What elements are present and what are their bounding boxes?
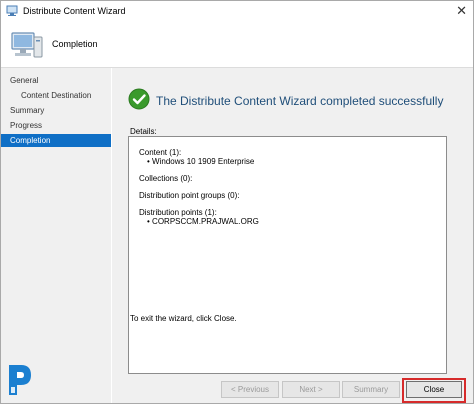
sidebar-item-progress[interactable]: Progress [1,119,111,132]
sidebar-item-completion[interactable]: Completion [1,134,111,147]
details-label: Details: [130,127,157,136]
summary-button[interactable]: Summary [342,381,400,398]
sidebar-item-label: Progress [10,121,43,130]
dp-item-text: CORPSCCM.PRAJWAL.ORG [152,217,259,226]
previous-button[interactable]: < Previous [221,381,279,398]
exit-instructions: To exit the wizard, click Close. [130,314,237,323]
main-panel: The Distribute Content Wizard completed … [112,68,473,403]
close-button[interactable]: Close [406,381,462,398]
page-header: Completion [1,23,473,68]
completion-heading: The Distribute Content Wizard completed … [156,94,444,108]
content-heading: Content (1): [139,148,182,157]
page-title: Completion [52,39,98,49]
dp-groups-line: Distribution point groups (0): [139,191,240,200]
close-icon[interactable]: ✕ [456,4,467,17]
sidebar-item-general[interactable]: General [1,74,111,87]
next-button[interactable]: Next > [282,381,340,398]
wizard-app-icon [6,5,18,16]
sidebar-item-label: Content Destination [21,91,92,100]
window-title: Distribute Content Wizard [23,6,126,16]
content-item: • Windows 10 1909 Enterprise [147,157,254,166]
sidebar-item-summary[interactable]: Summary [1,104,111,117]
wizard-sidebar: General Content Destination Summary Prog… [1,68,111,403]
bullet: • [147,157,150,166]
bullet: • [147,217,150,226]
sidebar-item-label: Summary [10,106,45,115]
wizard-window: Distribute Content Wizard ✕ Completion G… [0,0,474,404]
computer-icon [11,32,43,58]
sidebar-item-label: General [10,76,39,85]
content-item-text: Windows 10 1909 Enterprise [152,157,255,166]
success-check-icon [128,88,150,110]
dp-heading: Distribution points (1): [139,208,217,217]
title-bar: Distribute Content Wizard ✕ [1,1,473,22]
collections-line: Collections (0): [139,174,193,183]
sidebar-item-content-destination[interactable]: Content Destination [1,89,111,102]
watermark-logo-icon [9,365,31,395]
sidebar-item-label: Completion [10,136,51,145]
details-textbox[interactable]: Content (1): • Windows 10 1909 Enterpris… [128,136,447,374]
dp-item: • CORPSCCM.PRAJWAL.ORG [147,217,259,226]
